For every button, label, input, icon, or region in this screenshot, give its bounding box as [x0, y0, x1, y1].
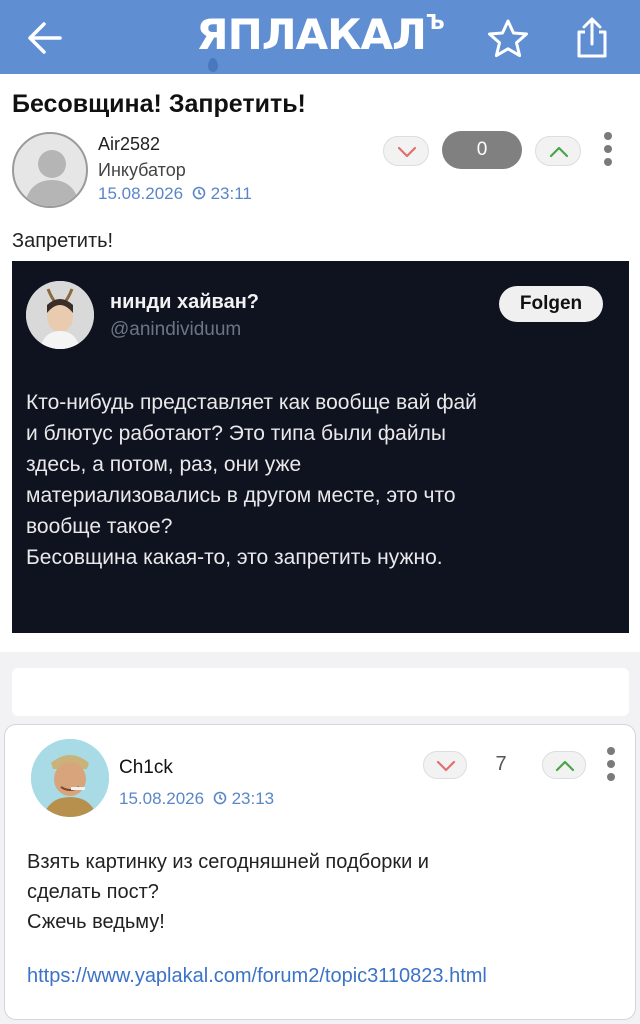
post-date: 15.08.2026 23:11	[98, 184, 252, 204]
tweet-line: здесь, а потом, раз, они уже	[26, 453, 302, 476]
more-vertical-icon[interactable]	[607, 747, 615, 786]
comment-vote-down-button[interactable]	[423, 751, 467, 779]
tweet-line: Бесовщина какая-то, это запретить нужно.	[26, 546, 443, 569]
comment-card: Ch1ck 15.08.2026 23:13 7 Взять картинку …	[4, 724, 636, 1020]
comment-time-value: 23:13	[231, 789, 275, 808]
comment-line: Взять картинку из сегодняшней подборки и	[27, 851, 429, 873]
tweet-author-handle: @anindividuum	[110, 319, 242, 340]
tweet-line: Кто-нибудь представляет как вообще вай ф…	[26, 391, 477, 414]
favorite-button[interactable]	[486, 18, 530, 60]
tweet-avatar-image	[26, 281, 94, 349]
comment-date-value: 15.08.2026	[119, 789, 205, 808]
star-icon	[488, 19, 528, 58]
commenter-avatar[interactable]	[31, 739, 109, 817]
tweet-line: вообще такое?	[26, 515, 173, 538]
tweet-line: материализовались в другом месте, это чт…	[26, 484, 456, 507]
post-title: Бесовщина! Запретить!	[12, 90, 306, 118]
tweet-text: Кто-нибудь представляет как вообще вай ф…	[26, 387, 616, 573]
separator-panel	[12, 668, 629, 716]
author-rank: Инкубатор	[98, 160, 186, 180]
embedded-image[interactable]: нинди хайван? @anindividuum Folgen Кто-н…	[12, 261, 629, 633]
comment-line: сделать пост?	[27, 881, 159, 903]
commenter-name[interactable]: Ch1ck	[119, 757, 173, 779]
author-avatar[interactable]	[12, 132, 88, 208]
post-card: Бесовщина! Запретить! Air2582 Инкубатор …	[0, 74, 640, 652]
chevron-down-icon	[436, 760, 456, 772]
post-time-value: 23:11	[210, 184, 252, 203]
comment-vote-up-button[interactable]	[542, 751, 586, 779]
vote-up-button[interactable]	[535, 136, 581, 166]
user-silhouette-icon	[24, 150, 80, 206]
comment-rating-score: 7	[495, 753, 507, 775]
comment-line: Сжечь ведьму!	[27, 911, 165, 933]
logo-mark: Ъ	[425, 10, 445, 34]
follow-button: Folgen	[499, 286, 603, 322]
share-button[interactable]	[572, 16, 612, 60]
post-text: Запретить!	[12, 230, 114, 252]
clock-icon	[213, 791, 227, 805]
site-logo[interactable]: ЯПЛАКАЛЪ	[0, 10, 640, 72]
clock-icon	[192, 186, 206, 200]
commenter-avatar-image	[31, 739, 109, 817]
author-name[interactable]: Air2582	[98, 134, 160, 155]
share-icon	[577, 17, 607, 58]
tweet-author-name: нинди хайван?	[110, 291, 259, 313]
chevron-up-icon	[555, 760, 575, 772]
comment-link[interactable]: https://www.yaplakal.com/forum2/topic311…	[27, 965, 487, 988]
comment-text: Взять картинку из сегодняшней подборки и…	[27, 847, 617, 937]
chevron-down-icon	[397, 146, 417, 158]
post-date-value: 15.08.2026	[98, 184, 184, 203]
tweet-line: и блютус работают? Это типа были файлы	[26, 422, 446, 445]
more-vertical-icon[interactable]	[604, 132, 612, 171]
logo-text: ЯПЛАКАЛ	[196, 10, 427, 59]
top-bar: ЯПЛАКАЛЪ	[0, 0, 640, 74]
rating-score: 0	[442, 131, 522, 169]
chevron-up-icon	[549, 146, 569, 158]
tweet-avatar	[26, 281, 94, 349]
drop-icon	[208, 58, 218, 72]
comment-date: 15.08.2026 23:13	[119, 789, 274, 809]
vote-down-button[interactable]	[383, 136, 429, 166]
